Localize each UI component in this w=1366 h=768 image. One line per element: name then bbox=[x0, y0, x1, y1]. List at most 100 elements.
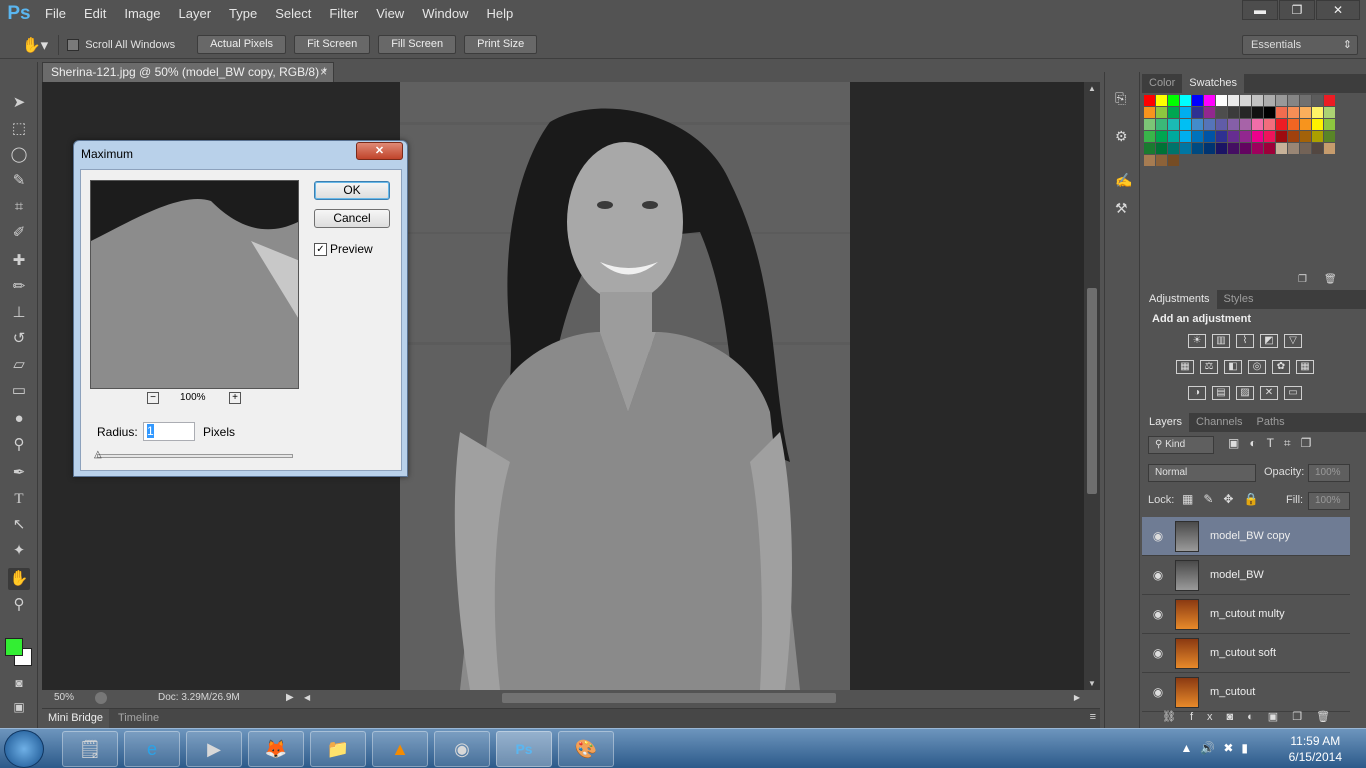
horizontal-scroll-thumb[interactable] bbox=[502, 693, 836, 703]
color-swatch[interactable] bbox=[1168, 155, 1179, 166]
path-select-icon[interactable]: ↖ bbox=[8, 514, 30, 536]
radius-input[interactable]: 1 bbox=[143, 422, 195, 441]
tab-swatches[interactable]: Swatches bbox=[1182, 74, 1244, 93]
menu-layer[interactable]: Layer bbox=[170, 0, 221, 28]
brush-presets-icon[interactable]: ✍ bbox=[1115, 172, 1132, 189]
color-swatch[interactable] bbox=[1324, 107, 1335, 118]
color-swatch[interactable] bbox=[1288, 95, 1299, 106]
ie-icon[interactable]: e bbox=[124, 731, 180, 767]
paint-icon[interactable]: 🎨 bbox=[558, 731, 614, 767]
cancel-button[interactable]: Cancel bbox=[314, 209, 390, 228]
tool-presets-icon[interactable]: ⚒ bbox=[1115, 200, 1128, 217]
layer-kind-filter[interactable]: ⚲ Kind bbox=[1148, 436, 1214, 454]
color-swatch[interactable] bbox=[1252, 131, 1263, 142]
tab-layers[interactable]: Layers bbox=[1142, 413, 1190, 432]
color-swatch[interactable] bbox=[1312, 119, 1323, 130]
color-swatch[interactable] bbox=[1144, 131, 1155, 142]
color-swatch[interactable] bbox=[1216, 107, 1227, 118]
scroll-all-windows-checkbox[interactable] bbox=[67, 38, 80, 51]
color-swatch[interactable] bbox=[1252, 119, 1263, 130]
color-swatch[interactable] bbox=[1144, 155, 1155, 166]
properties-panel-icon[interactable]: ⚙ bbox=[1115, 128, 1128, 145]
close-tab-icon[interactable]: × bbox=[320, 63, 327, 82]
gradient-map-icon[interactable]: ▭ bbox=[1284, 386, 1302, 400]
color-swatch[interactable] bbox=[1156, 155, 1167, 166]
screen-mode-icon[interactable]: ▣ bbox=[8, 696, 30, 718]
hand-tool-preset-icon[interactable]: ✋▾ bbox=[22, 36, 48, 54]
horizontal-scrollbar[interactable]: ◀ ▶ bbox=[304, 690, 1084, 706]
preview-checkbox[interactable]: ✓ bbox=[314, 243, 327, 256]
threshold-icon[interactable]: ▨ bbox=[1236, 386, 1254, 400]
color-swatch[interactable] bbox=[1300, 95, 1311, 106]
color-swatch[interactable] bbox=[1240, 107, 1251, 118]
pen-icon[interactable]: ✒ bbox=[8, 462, 30, 484]
color-swatch[interactable] bbox=[1192, 119, 1203, 130]
workspace-switcher[interactable]: Essentials ⇕ bbox=[1242, 35, 1358, 55]
layer-row[interactable]: ◉ model_BW bbox=[1142, 556, 1350, 595]
healing-icon[interactable]: ✚ bbox=[8, 250, 30, 272]
color-swatch[interactable] bbox=[1156, 119, 1167, 130]
black-white-icon[interactable]: ◧ bbox=[1224, 360, 1242, 374]
history-panel-icon[interactable]: ⎘ bbox=[1115, 90, 1126, 107]
color-swatch[interactable] bbox=[1252, 107, 1263, 118]
color-swatch[interactable] bbox=[1156, 107, 1167, 118]
radius-slider[interactable]: △ bbox=[94, 449, 293, 460]
color-swatch[interactable] bbox=[1180, 143, 1191, 154]
tab-mini-bridge[interactable]: Mini Bridge bbox=[42, 709, 110, 728]
tab-paths[interactable]: Paths bbox=[1250, 413, 1292, 432]
color-swatch[interactable] bbox=[1180, 119, 1191, 130]
crop-icon[interactable]: ⌗ bbox=[8, 196, 30, 218]
exposure-icon[interactable]: ◩ bbox=[1260, 334, 1278, 348]
color-swatch[interactable] bbox=[1168, 131, 1179, 142]
color-swatch[interactable] bbox=[1288, 131, 1299, 142]
gradient-icon[interactable]: ▭ bbox=[8, 380, 30, 402]
move-icon[interactable]: ➤ bbox=[8, 92, 30, 114]
delete-swatch-icon[interactable]: 🗑 bbox=[1324, 274, 1337, 285]
eraser-icon[interactable]: ▱ bbox=[8, 354, 30, 376]
layer-row[interactable]: ◉ m_cutout soft bbox=[1142, 634, 1350, 673]
tab-color[interactable]: Color bbox=[1142, 74, 1182, 93]
dodge-icon[interactable]: ⚲ bbox=[8, 434, 30, 456]
hand-icon[interactable]: ✋ bbox=[8, 568, 30, 590]
color-swatch[interactable] bbox=[1324, 131, 1335, 142]
color-swatch[interactable] bbox=[1144, 143, 1155, 154]
color-swatch[interactable] bbox=[1240, 143, 1251, 154]
dialog-close-button[interactable]: ✕ bbox=[356, 142, 403, 160]
invert-icon[interactable]: ◑ bbox=[1188, 386, 1206, 400]
blur-icon[interactable]: ● bbox=[8, 408, 30, 430]
color-swatch[interactable] bbox=[1264, 95, 1275, 106]
photoshop-icon[interactable]: Ps bbox=[496, 731, 552, 767]
type-icon[interactable]: T bbox=[8, 488, 30, 510]
stamp-icon[interactable]: ⊥ bbox=[8, 302, 30, 324]
vlc-icon[interactable]: ▲ bbox=[372, 731, 428, 767]
menu-filter[interactable]: Filter bbox=[320, 0, 367, 28]
shape-icon[interactable]: ✦ bbox=[8, 540, 30, 562]
color-swatch[interactable] bbox=[1204, 143, 1215, 154]
color-swatch[interactable] bbox=[1192, 107, 1203, 118]
color-balance-icon[interactable]: ⚖ bbox=[1200, 360, 1218, 374]
zoom-level[interactable]: 50% bbox=[54, 690, 74, 706]
color-swatch[interactable] bbox=[1192, 143, 1203, 154]
color-swatch[interactable] bbox=[1276, 107, 1287, 118]
posterize-icon[interactable]: ▤ bbox=[1212, 386, 1230, 400]
sticky-notes-icon[interactable]: 🗒 bbox=[62, 731, 118, 767]
color-swatch[interactable] bbox=[1168, 95, 1179, 106]
curves-icon[interactable]: ⌇ bbox=[1236, 334, 1254, 348]
hue-saturation-icon[interactable]: ▦ bbox=[1176, 360, 1194, 374]
vertical-scrollbar[interactable]: ▲ ▼ bbox=[1084, 82, 1100, 690]
color-lookup-icon[interactable]: ▦ bbox=[1296, 360, 1314, 374]
color-swatch[interactable] bbox=[1324, 119, 1335, 130]
color-swatch[interactable] bbox=[1288, 143, 1299, 154]
color-swatch[interactable] bbox=[1216, 143, 1227, 154]
ok-button[interactable]: OK bbox=[314, 181, 390, 200]
status-menu-icon[interactable] bbox=[95, 692, 107, 704]
color-swatch[interactable] bbox=[1264, 143, 1275, 154]
color-swatch[interactable] bbox=[1240, 131, 1251, 142]
vibrance-icon[interactable]: ▽ bbox=[1284, 334, 1302, 348]
firefox-icon[interactable]: 🦊 bbox=[248, 731, 304, 767]
color-swatch[interactable] bbox=[1324, 95, 1335, 106]
zoom-icon[interactable]: ⚲ bbox=[8, 594, 30, 616]
menu-type[interactable]: Type bbox=[220, 0, 266, 28]
color-swatch[interactable] bbox=[1168, 119, 1179, 130]
opacity-field[interactable]: 100% bbox=[1308, 464, 1350, 482]
